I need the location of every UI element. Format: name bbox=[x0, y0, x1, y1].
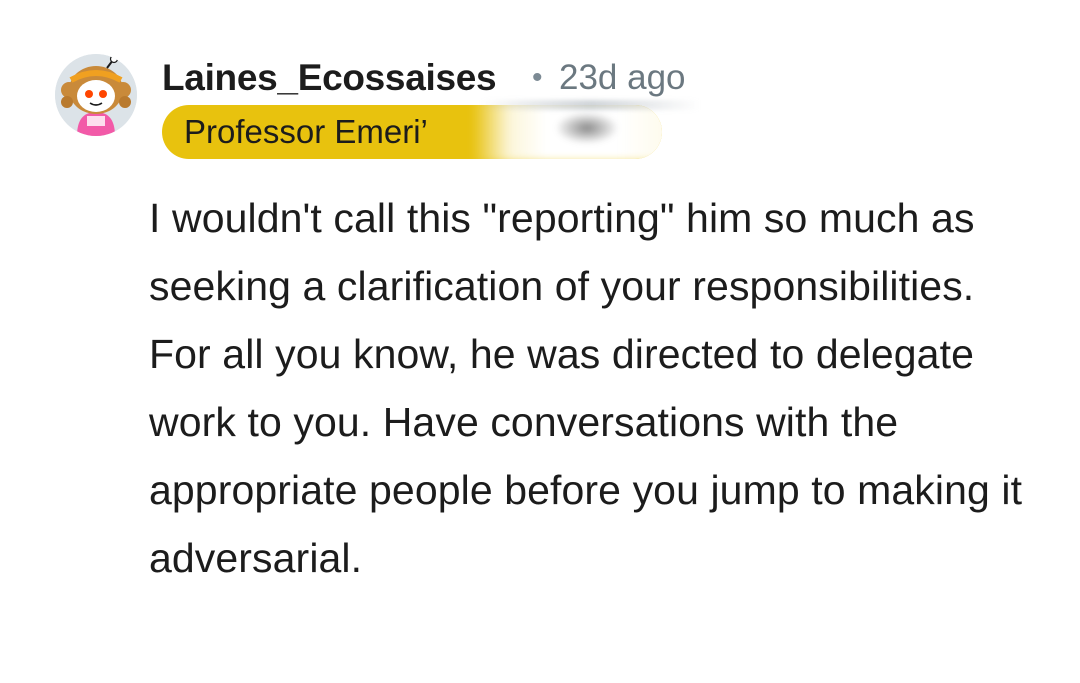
redaction-streak bbox=[480, 100, 700, 110]
comment-body: I wouldn't call this "reporting" him so … bbox=[149, 195, 1023, 581]
user-flair: Professor Emeri’ bbox=[162, 105, 662, 159]
user-avatar[interactable] bbox=[55, 54, 137, 136]
snoo-avatar-icon bbox=[55, 54, 137, 136]
comment-author[interactable]: Laines_Ecossaises bbox=[162, 56, 497, 100]
meta-separator: • bbox=[532, 61, 543, 94]
comment: Laines_Ecossaises • 23d ago Professor Em… bbox=[0, 0, 1080, 683]
user-flair-text: Professor Emeri’ bbox=[184, 113, 428, 150]
redaction-smudge bbox=[557, 113, 617, 143]
comment-timestamp: 23d ago bbox=[559, 58, 686, 97]
